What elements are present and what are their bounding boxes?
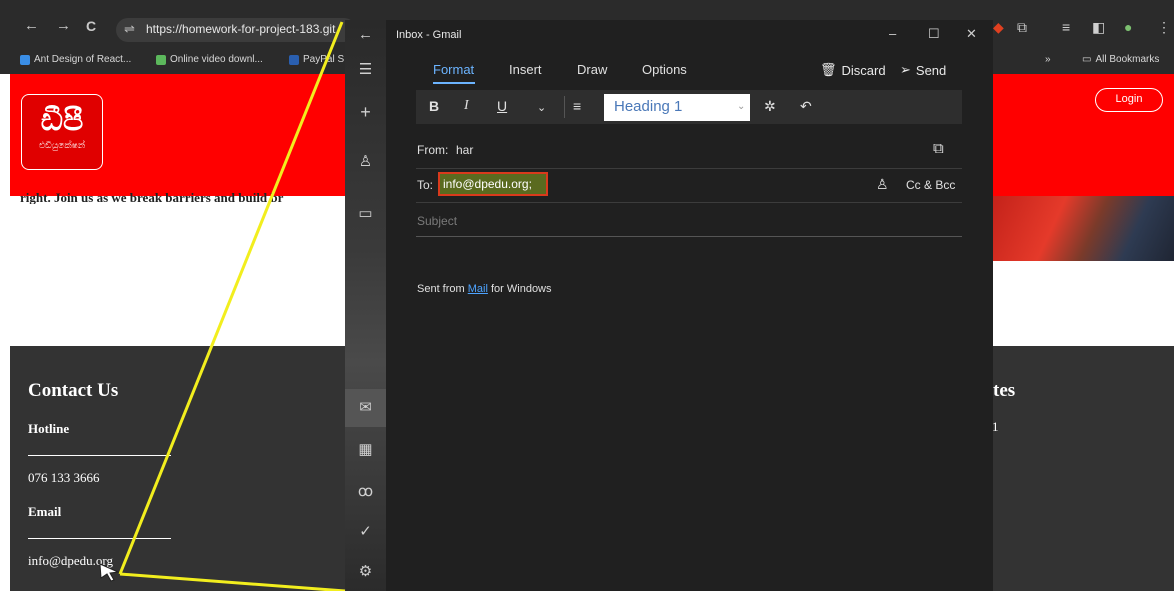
bookmark-item[interactable]: PayPal S xyxy=(289,54,344,65)
maximize-icon[interactable]: ☐ xyxy=(928,26,940,42)
logo-subtext: එඩියුකේෂන් xyxy=(38,140,86,150)
to-label: To: xyxy=(417,178,434,192)
footer-section-title: tes xyxy=(993,380,1016,401)
extension-icon[interactable]: ◆ xyxy=(993,19,1004,36)
mouse-cursor-icon xyxy=(99,563,120,582)
trash-icon: 🗑 xyxy=(820,62,837,77)
close-icon[interactable]: ✕ xyxy=(966,26,977,42)
logo-text: ඩීපී xyxy=(40,103,84,138)
divider xyxy=(28,455,171,456)
active-tab-indicator xyxy=(433,82,475,84)
send-icon: ➢ xyxy=(900,62,911,77)
discard-button[interactable]: 🗑 Discard xyxy=(820,62,886,78)
forward-icon[interactable]: → xyxy=(56,16,71,36)
media-icon[interactable]: ≡ xyxy=(1062,19,1070,35)
hero-image xyxy=(993,196,1174,261)
undo-icon[interactable]: ↶ xyxy=(800,98,812,115)
bookmark-label: PayPal S xyxy=(303,54,345,65)
download-icon xyxy=(156,54,166,65)
popout-icon[interactable]: ⧉ xyxy=(933,140,944,157)
all-bookmarks-button[interactable]: ▭ All Bookmarks xyxy=(1082,54,1159,65)
underline-button[interactable]: U xyxy=(497,98,507,114)
tab-insert[interactable]: Insert xyxy=(509,62,542,77)
hotline-label: Hotline xyxy=(28,421,70,436)
calendar-icon[interactable]: ▦ xyxy=(345,440,386,458)
back-arrow-icon[interactable]: ← xyxy=(345,26,386,43)
from-value[interactable]: har xyxy=(456,143,473,157)
new-mail-plus-icon[interactable]: + xyxy=(345,102,386,123)
sidepanel-icon[interactable]: ◧ xyxy=(1092,19,1105,36)
settings-gear-icon[interactable]: ⚙ xyxy=(345,562,386,580)
paypal-icon xyxy=(289,54,299,65)
bookmark-label: Online video downl... xyxy=(170,54,263,65)
login-button[interactable]: Login xyxy=(1095,88,1163,112)
field-divider xyxy=(416,168,962,169)
people-icon[interactable]: ꝏ xyxy=(345,482,386,500)
extensions-icon[interactable]: ⧉ xyxy=(1017,19,1027,36)
message-body[interactable]: Sent from Mail for Windows xyxy=(417,283,552,295)
send-label: Send xyxy=(915,62,947,78)
body-text-suffix: for Windows xyxy=(490,283,552,295)
bold-button[interactable]: B xyxy=(429,98,439,114)
style-select[interactable]: Heading 1 xyxy=(604,94,750,121)
paragraph-format-icon[interactable]: ≡ xyxy=(573,98,581,114)
address-bar[interactable]: ⇌ https://homework-for-project-183.git xyxy=(116,18,356,42)
profile-icon[interactable]: ● xyxy=(1124,19,1132,35)
folder-icon[interactable]: ▭ xyxy=(345,204,386,222)
url-text: https://homework-for-project-183.git xyxy=(146,22,336,36)
all-bookmarks-label: All Bookmarks xyxy=(1095,54,1160,65)
folder-icon: ▭ xyxy=(1082,54,1092,65)
hamburger-menu-icon[interactable]: ☰ xyxy=(345,60,386,78)
mail-link[interactable]: Mail xyxy=(468,283,488,295)
bookmark-favicon-icon xyxy=(20,54,30,65)
bookmark-label: Ant Design of React... xyxy=(34,54,132,65)
site-settings-icon[interactable]: ⇌ xyxy=(124,21,135,37)
chevron-down-icon[interactable]: ⌄ xyxy=(537,101,546,114)
todo-icon[interactable]: ✓ xyxy=(345,522,386,540)
mail-icon[interactable]: ✉ xyxy=(345,389,386,427)
cc-bcc-button[interactable]: Cc & Bcc xyxy=(906,178,955,192)
hotline-value[interactable]: 076 133 3666 xyxy=(28,470,100,486)
tab-draw[interactable]: Draw xyxy=(577,62,607,77)
style-options-icon[interactable]: ✲ xyxy=(764,98,776,115)
tab-format[interactable]: Format xyxy=(433,62,474,77)
email-label: Email xyxy=(28,504,62,519)
toolbar-divider xyxy=(564,96,565,118)
more-bookmarks-button[interactable]: » xyxy=(1045,54,1051,65)
send-button[interactable]: ➢ Send xyxy=(900,62,946,78)
discard-label: Discard xyxy=(841,62,886,78)
bookmark-item[interactable]: Ant Design of React... xyxy=(20,54,131,65)
contact-picker-icon[interactable]: ♙ xyxy=(876,176,889,193)
account-icon[interactable]: ♙ xyxy=(345,152,386,170)
chevron-down-icon[interactable]: ⌄ xyxy=(737,101,745,112)
hero-text: right. Join us as we break barriers and … xyxy=(20,190,284,204)
divider xyxy=(28,538,171,539)
window-title: Inbox - Gmail xyxy=(396,29,462,41)
minimize-icon[interactable]: – xyxy=(889,26,896,41)
back-icon[interactable]: ← xyxy=(24,16,39,36)
body-text-prefix: Sent from xyxy=(417,283,465,295)
mail-nav-rail: ← ☰ + ♙ ▭ ✉ ▦ ꝏ ✓ ⚙ xyxy=(345,20,386,591)
site-logo[interactable]: ඩීපී එඩියුකේෂන් xyxy=(21,94,103,170)
subject-input[interactable]: Subject xyxy=(417,214,457,228)
field-divider xyxy=(416,236,962,237)
italic-button[interactable]: I xyxy=(464,98,469,114)
recipient-chip[interactable]: info@dpedu.org; xyxy=(438,172,548,196)
tab-options[interactable]: Options xyxy=(642,62,687,77)
reload-icon[interactable]: C xyxy=(86,16,96,36)
menu-icon[interactable]: ⋮ xyxy=(1157,19,1171,36)
contact-title: Contact Us xyxy=(28,380,119,401)
from-label: From: xyxy=(417,143,449,157)
field-divider xyxy=(416,202,962,203)
bookmark-item[interactable]: Online video downl... xyxy=(156,54,263,65)
